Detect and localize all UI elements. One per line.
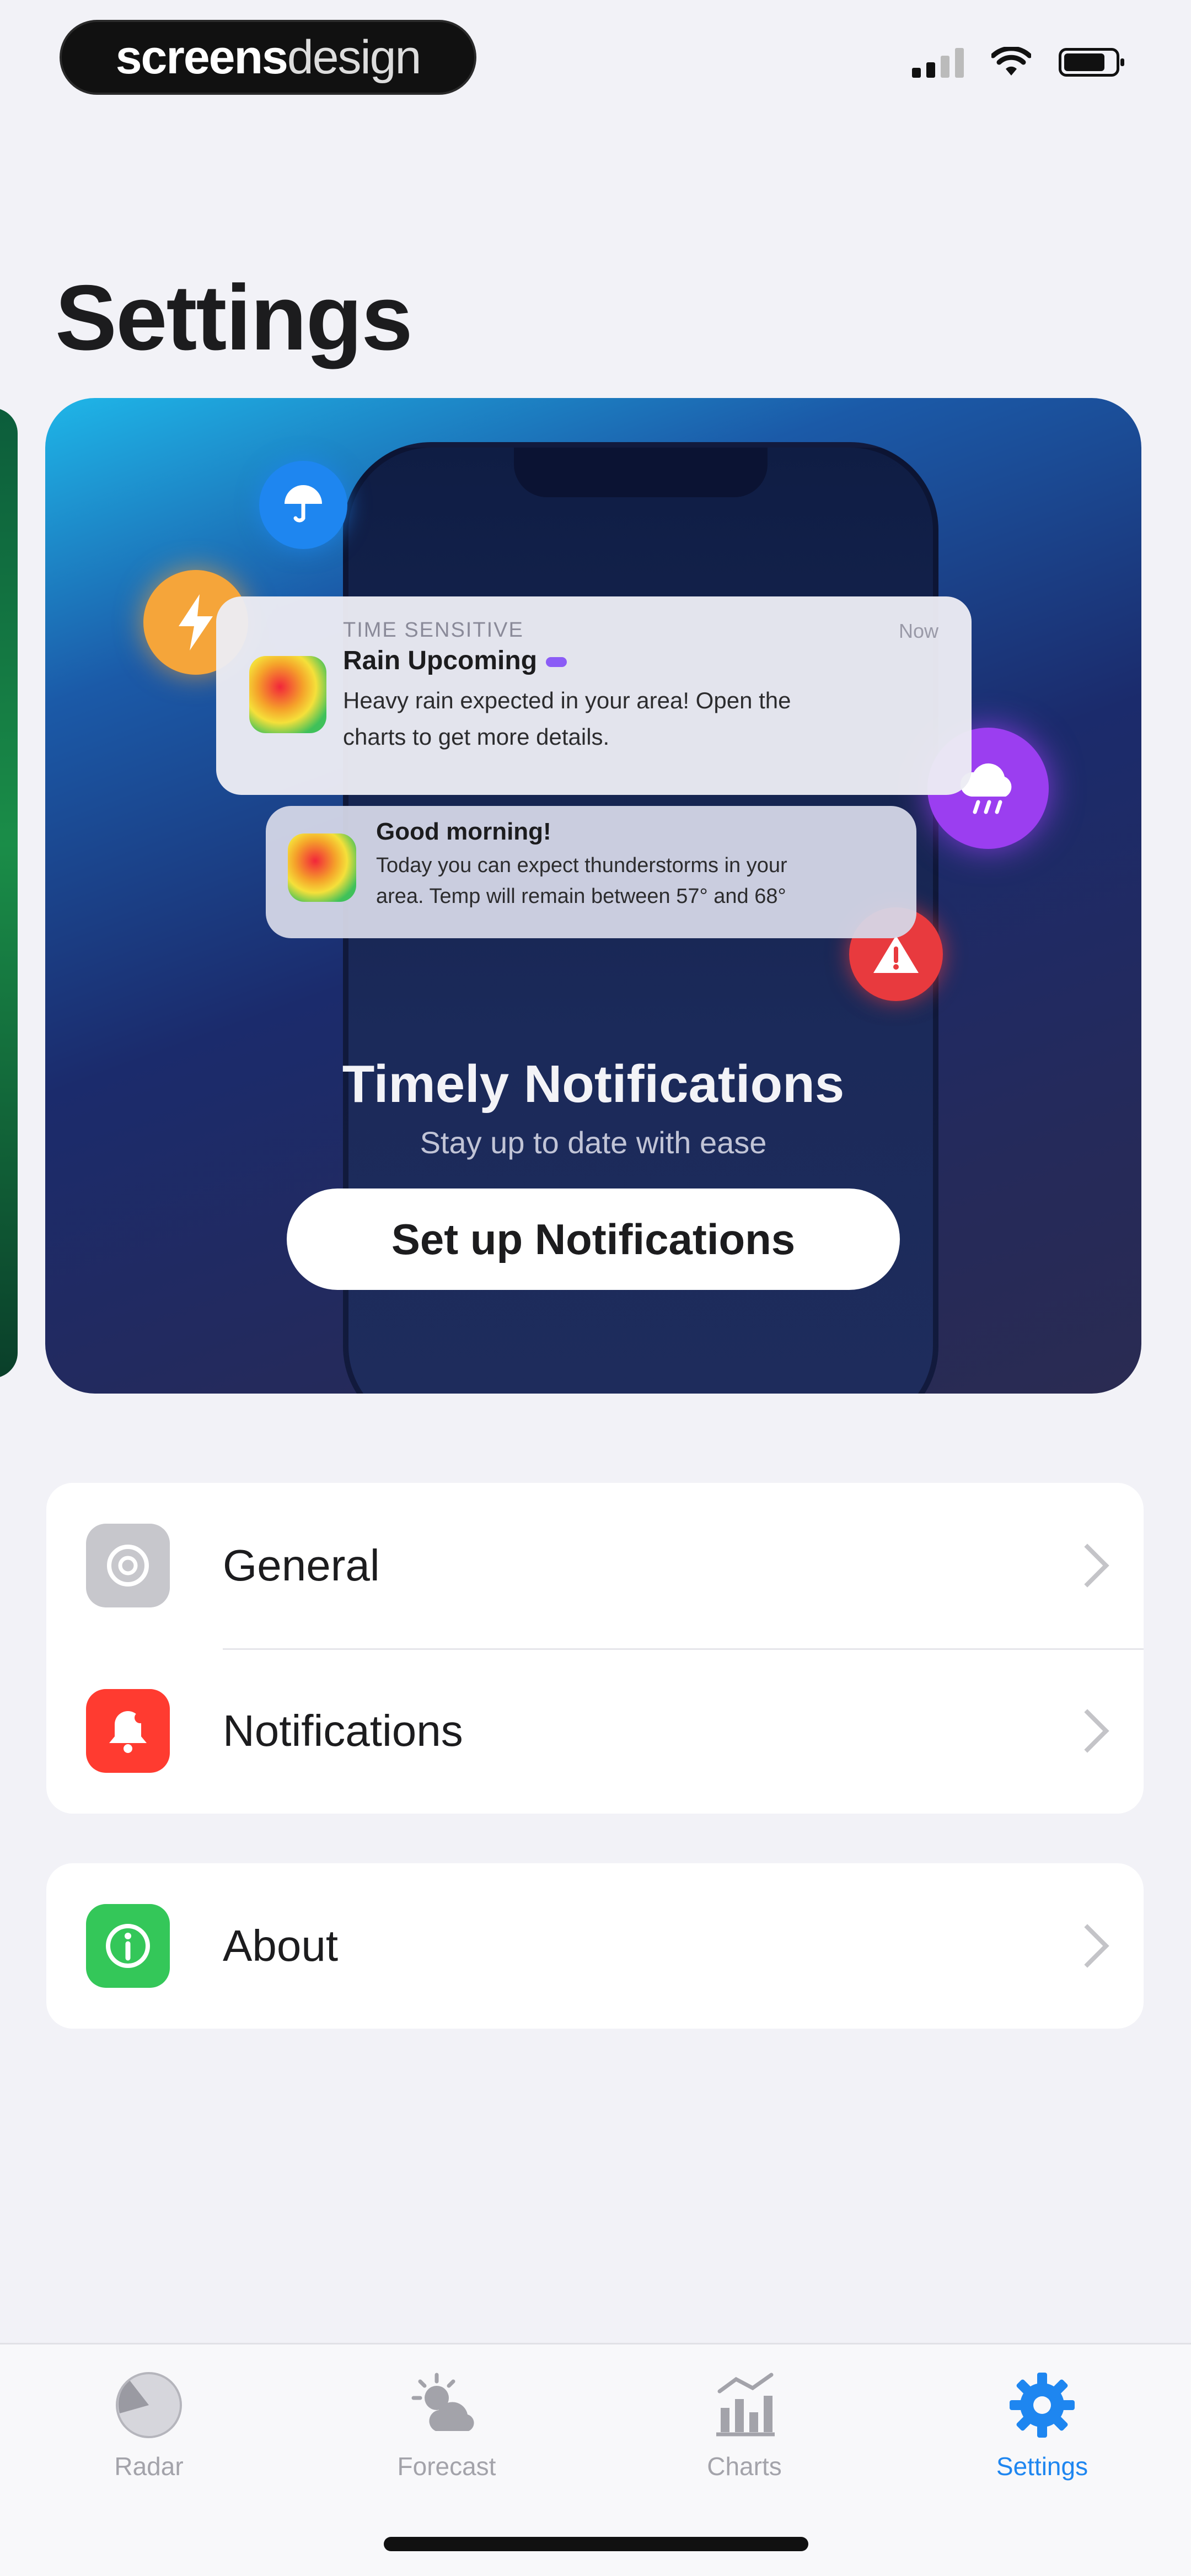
bell-icon [86,1689,170,1773]
wifi-icon [991,47,1031,76]
status-icons [912,47,1124,78]
umbrella-icon [259,461,347,549]
chevron-right-icon [1065,1544,1109,1588]
battery-icon [1059,48,1124,77]
gear-icon [86,1524,170,1607]
cellular-signal-icon [912,47,964,78]
charts-icon [706,2367,783,2444]
screensdesign-logo: screens design [60,20,476,95]
set-up-notifications-button[interactable]: Set up Notifications [287,1188,900,1290]
info-icon [86,1904,170,1988]
tab-forecast[interactable]: Forecast [364,2367,529,2481]
tab-label: Charts [707,2452,782,2481]
tab-settings[interactable]: Settings [959,2367,1125,2481]
chevron-right-icon [1065,1924,1109,1968]
notification-body: Today you can expect thunderstorms in yo… [376,854,787,908]
notification-eyebrow: TIME SENSITIVE [343,619,524,642]
previous-promo-card[interactable] [0,408,18,1378]
radar-thumbnail-icon [288,833,356,902]
home-indicator[interactable] [384,2537,808,2551]
forecast-icon [408,2367,485,2444]
settings-group-about: About [46,1863,1144,2029]
settings-row-label: General [223,1541,380,1590]
settings-row-general[interactable]: General [46,1483,1144,1648]
tab-label: Radar [114,2452,184,2481]
notification-rain-upcoming: TIME SENSITIVE Now Rain Upcoming Heavy r… [216,596,972,795]
settings-group-main: General Notifications [46,1483,1144,1814]
notification-title: Rain Upcoming [343,646,944,676]
tab-charts[interactable]: Charts [662,2367,827,2481]
settings-row-notifications[interactable]: Notifications [46,1648,1144,1814]
tab-label: Forecast [397,2452,496,2481]
page-title: Settings [55,266,413,369]
notification-time: Now [898,620,938,642]
tab-radar[interactable]: Radar [66,2367,232,2481]
promo-subtitle: Stay up to date with ease [420,1125,767,1160]
settings-row-label: About [223,1921,339,1970]
notification-good-morning: Good morning! Today you can expect thund… [266,806,916,938]
new-dot-icon [546,657,567,668]
settings-row-about[interactable]: About [46,1863,1144,2029]
promo-title: Timely Notifications [342,1055,845,1114]
notification-body: Heavy rain expected in your area! Open t… [343,687,791,750]
tab-label: Settings [996,2452,1088,2481]
logo-text-bold: screens [115,30,288,84]
notifications-promo-card[interactable]: TIME SENSITIVE Now Rain Upcoming Heavy r… [45,398,1141,1394]
radar-icon [110,2367,187,2444]
logo-text-light: design [287,30,421,84]
radar-thumbnail-icon [249,656,326,733]
settings-row-label: Notifications [223,1706,463,1755]
notification-title: Good morning! [376,818,551,845]
phone-notch [514,448,768,497]
gear-icon [1004,2367,1081,2444]
chevron-right-icon [1065,1709,1109,1753]
